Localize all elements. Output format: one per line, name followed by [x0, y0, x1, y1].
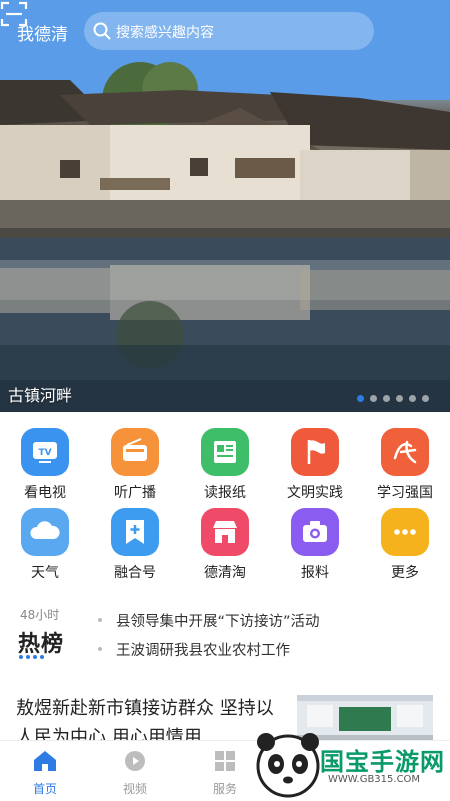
- more-icon: [381, 508, 429, 556]
- radio-icon: [111, 428, 159, 476]
- hot-list-item-text: 王波调研我县农业农村工作: [116, 643, 290, 659]
- quick-link-label: 看电视: [24, 485, 66, 501]
- hot-list-period: 48小时: [20, 608, 60, 622]
- quick-link-tv[interactable]: TV 看电视: [5, 428, 85, 502]
- quick-link-label: 读报纸: [204, 485, 246, 501]
- search-icon: [93, 22, 111, 40]
- search-bar[interactable]: 搜索感兴趣内容: [84, 12, 374, 50]
- quick-link-report[interactable]: 报料: [275, 508, 355, 582]
- nav-label: 服务: [212, 782, 237, 796]
- nav-label: 视频: [122, 782, 147, 796]
- newspaper-icon: [201, 428, 249, 476]
- top-bar: 我德清 搜索感兴趣内容: [0, 0, 450, 64]
- quick-link-civilization[interactable]: 文明实践: [275, 428, 355, 502]
- svg-text:TV: TV: [38, 448, 51, 458]
- nav-label: 首页: [32, 782, 57, 796]
- nav-service[interactable]: 服务: [195, 749, 255, 797]
- tv-icon: TV: [21, 428, 69, 476]
- quick-link-study[interactable]: 学习强国: [365, 428, 445, 502]
- home-icon: [34, 751, 56, 771]
- quick-link-fusion[interactable]: 融合号: [95, 508, 175, 582]
- quick-link-label: 学习强国: [377, 485, 433, 501]
- quick-link-label: 更多: [391, 565, 419, 581]
- quick-link-label: 报料: [301, 565, 329, 581]
- search-placeholder: 搜索感兴趣内容: [116, 25, 214, 41]
- pagination-dot[interactable]: [422, 395, 429, 402]
- quick-link-radio[interactable]: 听广播: [95, 428, 175, 502]
- study-icon: [381, 428, 429, 476]
- quick-link-label: 听广播: [114, 485, 156, 501]
- hero-banner[interactable]: 我德清 搜索感兴趣内容 古镇河畔: [0, 0, 450, 412]
- pagination-dot[interactable]: [357, 395, 364, 402]
- pagination-dot[interactable]: [370, 395, 377, 402]
- panda-logo-icon: [256, 733, 320, 798]
- quick-link-label: 德清淘: [204, 565, 246, 581]
- camera-icon: [291, 508, 339, 556]
- quick-link-more[interactable]: 更多: [365, 508, 445, 582]
- quick-link-newspaper[interactable]: 读报纸: [185, 428, 265, 502]
- pagination-dot[interactable]: [396, 395, 403, 402]
- flag-icon: [291, 428, 339, 476]
- scan-icon[interactable]: [0, 0, 28, 28]
- pagination-dot[interactable]: [383, 395, 390, 402]
- quick-link-label: 文明实践: [287, 485, 343, 501]
- banner-pagination: [357, 395, 429, 402]
- hot-list: 48小时 热榜 县领导集中开展“下访接访”活动 王波调研我县农业农村工作: [16, 606, 436, 666]
- grid-icon: [215, 751, 235, 771]
- pagination-dot[interactable]: [409, 395, 416, 402]
- nav-home[interactable]: 首页: [15, 749, 75, 797]
- watermark-text: 国宝手游网: [320, 748, 445, 776]
- bullet: [98, 618, 102, 622]
- cloud-icon: [21, 508, 69, 556]
- hot-list-item-text: 县领导集中开展“下访接访”活动: [116, 614, 320, 630]
- quick-link-shop[interactable]: 德清淘: [185, 508, 265, 582]
- hot-list-underline: [19, 655, 44, 659]
- quick-link-label: 天气: [31, 565, 59, 581]
- watermark-url: WWW.GB315.COM: [328, 774, 421, 785]
- nav-video[interactable]: 视频: [105, 749, 165, 797]
- quick-link-label: 融合号: [114, 565, 156, 581]
- bullet: [98, 647, 102, 651]
- quick-link-weather[interactable]: 天气: [5, 508, 85, 582]
- watermark: 国宝手游网 WWW.GB315.COM: [252, 728, 450, 800]
- shop-icon: [201, 508, 249, 556]
- banner-caption: 古镇河畔: [8, 386, 73, 405]
- bookmark-plus-icon: [111, 508, 159, 556]
- video-icon: [125, 751, 145, 771]
